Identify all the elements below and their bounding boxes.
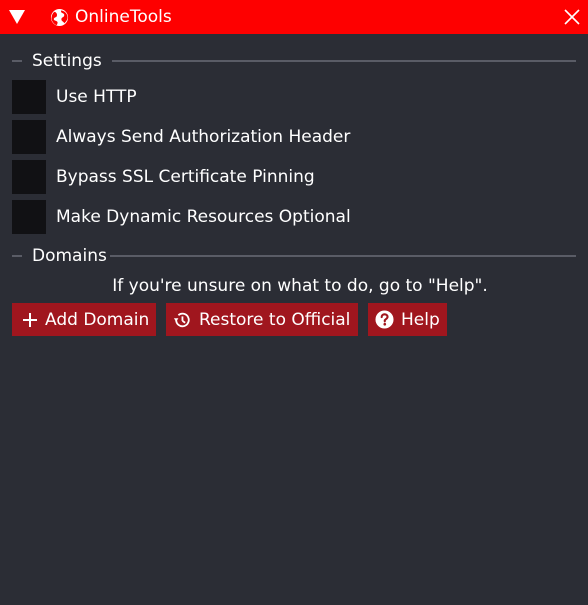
checkbox-use-http[interactable]: Use HTTP xyxy=(12,80,576,114)
question-icon xyxy=(375,310,394,329)
restore-to-official-button[interactable]: Restore to Official xyxy=(166,303,358,336)
settings-section-header: Settings xyxy=(12,49,576,73)
checkbox-dynamic-resources-optional[interactable]: Make Dynamic Resources Optional xyxy=(12,200,576,234)
add-domain-label: Add Domain xyxy=(45,310,150,330)
globe-icon xyxy=(50,8,69,27)
checkbox-label: Make Dynamic Resources Optional xyxy=(56,207,351,227)
checkbox-bypass-ssl-pinning[interactable]: Bypass SSL Certificate Pinning xyxy=(12,160,576,194)
plus-icon xyxy=(23,313,37,327)
history-icon xyxy=(173,312,190,328)
window-title: OnlineTools xyxy=(75,7,172,27)
title-bar[interactable]: OnlineTools xyxy=(0,0,588,34)
domains-section-header: Domains xyxy=(12,244,576,268)
add-domain-button[interactable]: Add Domain xyxy=(12,303,156,336)
section-divider xyxy=(110,255,576,257)
section-divider xyxy=(112,60,576,62)
domains-hint-text: If you're unsure on what to do, go to "H… xyxy=(112,276,488,296)
section-divider xyxy=(12,60,22,62)
help-button[interactable]: Help xyxy=(368,303,447,336)
section-divider xyxy=(12,255,22,257)
restore-to-official-label: Restore to Official xyxy=(199,310,351,330)
checkbox-label: Bypass SSL Certificate Pinning xyxy=(56,167,315,187)
checkbox[interactable] xyxy=(12,120,46,154)
domains-header-label: Domains xyxy=(32,246,107,266)
checkbox[interactable] xyxy=(12,80,46,114)
settings-header-label: Settings xyxy=(32,51,102,71)
checkbox[interactable] xyxy=(12,200,46,234)
checkbox[interactable] xyxy=(12,160,46,194)
checkbox-label: Always Send Authorization Header xyxy=(56,127,351,147)
triangle-down-icon[interactable] xyxy=(8,9,26,25)
help-label: Help xyxy=(401,310,440,330)
checkbox-label: Use HTTP xyxy=(56,87,137,107)
close-icon[interactable] xyxy=(564,9,580,25)
checkbox-always-send-auth-header[interactable]: Always Send Authorization Header xyxy=(12,120,576,154)
online-tools-window: OnlineTools Settings Use HTTP Always Sen… xyxy=(0,0,588,605)
